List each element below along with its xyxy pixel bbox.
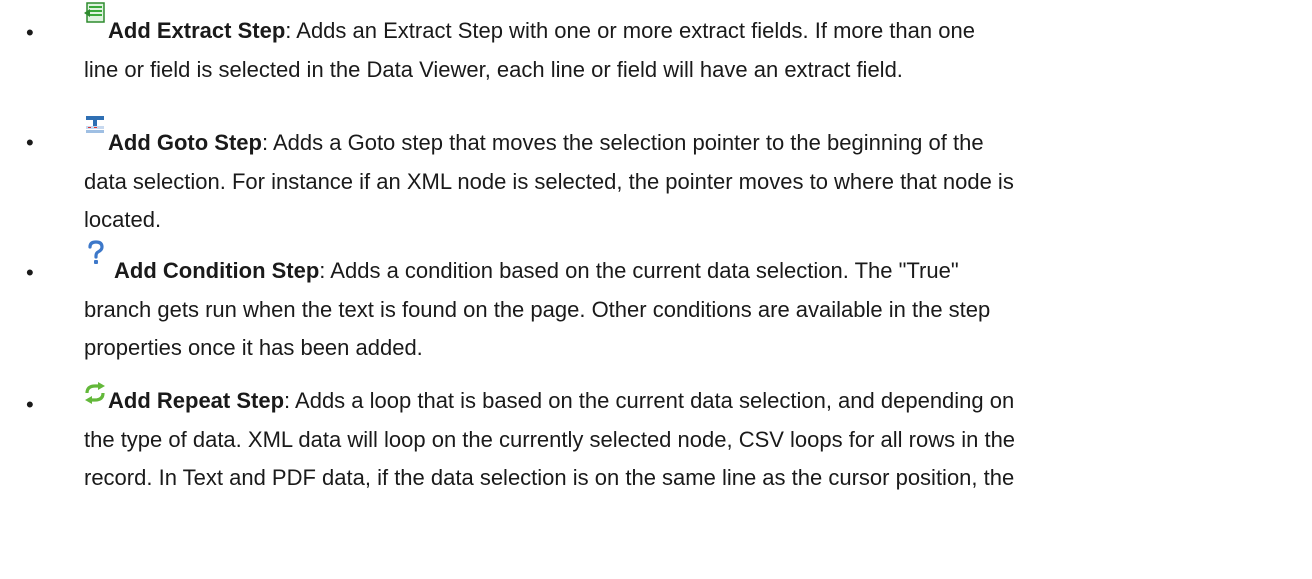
item-description-line-2: branch gets run when the text is found o… — [84, 296, 991, 322]
item-title: Add Repeat Step — [108, 388, 285, 413]
item-description-line-1: : Adds an Extract Step with one or more … — [285, 18, 975, 43]
item-description-line-3: record. In Text and PDF data, if the dat… — [84, 465, 1015, 490]
item-description-line-1: : Adds a Goto step that moves the select… — [261, 130, 984, 155]
item-description-line-3: located. — [84, 207, 162, 232]
item-description-line-2: data selection. For instance if an XML n… — [84, 168, 1014, 194]
item-title: Add Condition Step — [114, 258, 320, 283]
item-description-line-1: : Adds a loop that is based on the curre… — [284, 388, 1015, 413]
documentation-page: • Add Extract Step: Adds an Extract Step… — [0, 0, 1312, 579]
bullet: • — [26, 20, 34, 45]
bullet: • — [26, 260, 34, 285]
item-text: Add Condition Step: Adds a condition bas… — [84, 252, 1302, 368]
item-description-line-2: line or field is selected in the Data Vi… — [84, 56, 903, 82]
item-description-line-2: the type of data. XML data will loop on … — [84, 426, 1016, 452]
bullet: • — [26, 392, 34, 417]
bullet: • — [26, 130, 34, 155]
item-text: Add Extract Step: Adds an Extract Step w… — [84, 12, 1302, 89]
item-text: Add Repeat Step: Adds a loop that is bas… — [84, 382, 1302, 498]
item-text: Add Goto Step: Adds a Goto step that mov… — [84, 124, 1302, 240]
item-description-line-3: properties once it has been added. — [84, 335, 423, 360]
item-title: Add Extract Step — [108, 18, 286, 43]
item-title: Add Goto Step — [108, 130, 262, 155]
item-description-line-1: : Adds a condition based on the current … — [319, 258, 959, 283]
